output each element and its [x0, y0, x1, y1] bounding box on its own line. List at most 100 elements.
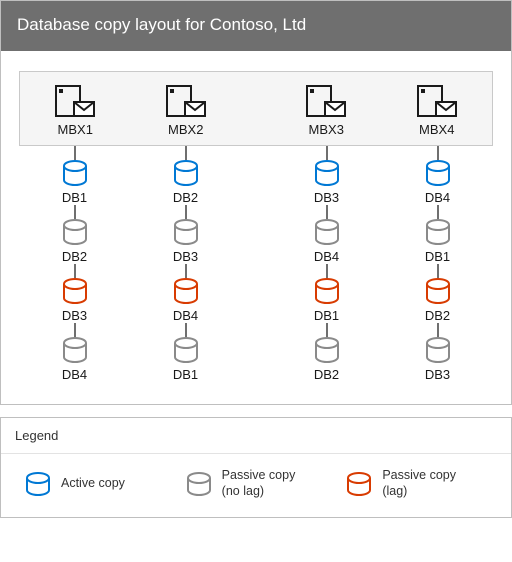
- connector: [437, 146, 439, 160]
- database-icon: [62, 337, 88, 363]
- database-icon: [62, 219, 88, 245]
- copy-stack: DB2 DB3 DB4 DB1: [130, 146, 241, 382]
- database-icon: [314, 278, 340, 304]
- database-icon: [173, 160, 199, 186]
- connector: [185, 264, 187, 278]
- db-copy: DB4: [314, 219, 340, 264]
- legend-item: Passive copy(lag): [346, 468, 497, 499]
- db-label: DB4: [314, 249, 339, 264]
- db-label: DB1: [425, 249, 450, 264]
- db-label: DB1: [173, 367, 198, 382]
- connector: [326, 264, 328, 278]
- database-icon: [173, 278, 199, 304]
- database-icon: [314, 219, 340, 245]
- server: MBX4: [382, 82, 493, 137]
- db-copy: DB1: [173, 337, 199, 382]
- db-copy: DB3: [173, 219, 199, 264]
- database-icon: [425, 337, 451, 363]
- dag-server-row: MBX1 MBX2 MBX3 MBX4: [19, 71, 493, 146]
- database-icon: [173, 219, 199, 245]
- db-label: DB2: [173, 190, 198, 205]
- legend-item: Active copy: [25, 472, 176, 496]
- database-icon: [62, 278, 88, 304]
- server-mail-icon: [54, 84, 96, 118]
- database-icon: [314, 160, 340, 186]
- db-label: DB2: [314, 367, 339, 382]
- database-icon: [186, 472, 212, 496]
- db-copy: DB2: [425, 278, 451, 323]
- db-copy: DB3: [62, 278, 88, 323]
- database-icon: [173, 337, 199, 363]
- diagram-title: Database copy layout for Contoso, Ltd: [1, 1, 511, 51]
- connector: [326, 146, 328, 160]
- server-mail-icon: [165, 84, 207, 118]
- copy-stack: DB3 DB4 DB1 DB2: [271, 146, 382, 382]
- server-label: MBX4: [419, 122, 454, 137]
- legend-label: Passive copy(lag): [382, 468, 456, 499]
- copy-stack: DB4 DB1 DB2 DB3: [382, 146, 493, 382]
- db-label: DB1: [62, 190, 87, 205]
- database-icon: [62, 160, 88, 186]
- db-copy: DB4: [425, 160, 451, 205]
- database-icon: [346, 472, 372, 496]
- legend-label: Active copy: [61, 476, 125, 492]
- server-mail-icon: [305, 84, 347, 118]
- db-label: DB3: [425, 367, 450, 382]
- server-icon-wrap: [165, 82, 207, 118]
- server-label: MBX2: [168, 122, 203, 137]
- db-label: DB3: [314, 190, 339, 205]
- db-label: DB3: [173, 249, 198, 264]
- db-label: DB2: [62, 249, 87, 264]
- diagram-content: MBX1 MBX2 MBX3 MBX4 DB1 DB2: [1, 51, 511, 404]
- legend-item: Passive copy(no lag): [186, 468, 337, 499]
- server: MBX1: [20, 82, 131, 137]
- legend-body: Active copy Passive copy(no lag) Passive…: [1, 454, 511, 517]
- db-copy: DB2: [62, 219, 88, 264]
- database-icon: [25, 472, 51, 496]
- connector: [326, 205, 328, 219]
- server: MBX3: [271, 82, 382, 137]
- database-icon: [314, 337, 340, 363]
- db-copy: DB4: [62, 337, 88, 382]
- copy-stack: DB1 DB2 DB3 DB4: [19, 146, 130, 382]
- server-gap: [241, 82, 271, 137]
- db-copy: DB1: [314, 278, 340, 323]
- connector: [74, 205, 76, 219]
- server: MBX2: [131, 82, 242, 137]
- legend-heading: Legend: [1, 418, 511, 454]
- db-label: DB3: [62, 308, 87, 323]
- db-copy: DB1: [62, 160, 88, 205]
- diagram-frame: Database copy layout for Contoso, Ltd MB…: [0, 0, 512, 405]
- server-icon-wrap: [416, 82, 458, 118]
- connector: [185, 146, 187, 160]
- server-label: MBX3: [309, 122, 344, 137]
- server-icon-wrap: [305, 82, 347, 118]
- connector: [74, 264, 76, 278]
- connector: [437, 323, 439, 337]
- connector: [185, 205, 187, 219]
- server-mail-icon: [416, 84, 458, 118]
- connector: [326, 323, 328, 337]
- connector: [437, 264, 439, 278]
- db-label: DB1: [314, 308, 339, 323]
- db-label: DB4: [173, 308, 198, 323]
- legend-label: Passive copy(no lag): [222, 468, 296, 499]
- stack-gap: [241, 146, 271, 382]
- db-copy: DB2: [173, 160, 199, 205]
- db-copy: DB4: [173, 278, 199, 323]
- db-copy: DB2: [314, 337, 340, 382]
- db-copy: DB1: [425, 219, 451, 264]
- database-icon: [425, 219, 451, 245]
- connector: [74, 146, 76, 160]
- database-icon: [425, 160, 451, 186]
- server-label: MBX1: [58, 122, 93, 137]
- server-icon-wrap: [54, 82, 96, 118]
- db-copy: DB3: [314, 160, 340, 205]
- db-label: DB4: [425, 190, 450, 205]
- connector: [185, 323, 187, 337]
- copy-columns: DB1 DB2 DB3 DB4 DB2 DB3: [19, 146, 493, 382]
- legend-frame: Legend Active copy Passive copy(no lag) …: [0, 417, 512, 518]
- connector: [74, 323, 76, 337]
- database-icon: [425, 278, 451, 304]
- connector: [437, 205, 439, 219]
